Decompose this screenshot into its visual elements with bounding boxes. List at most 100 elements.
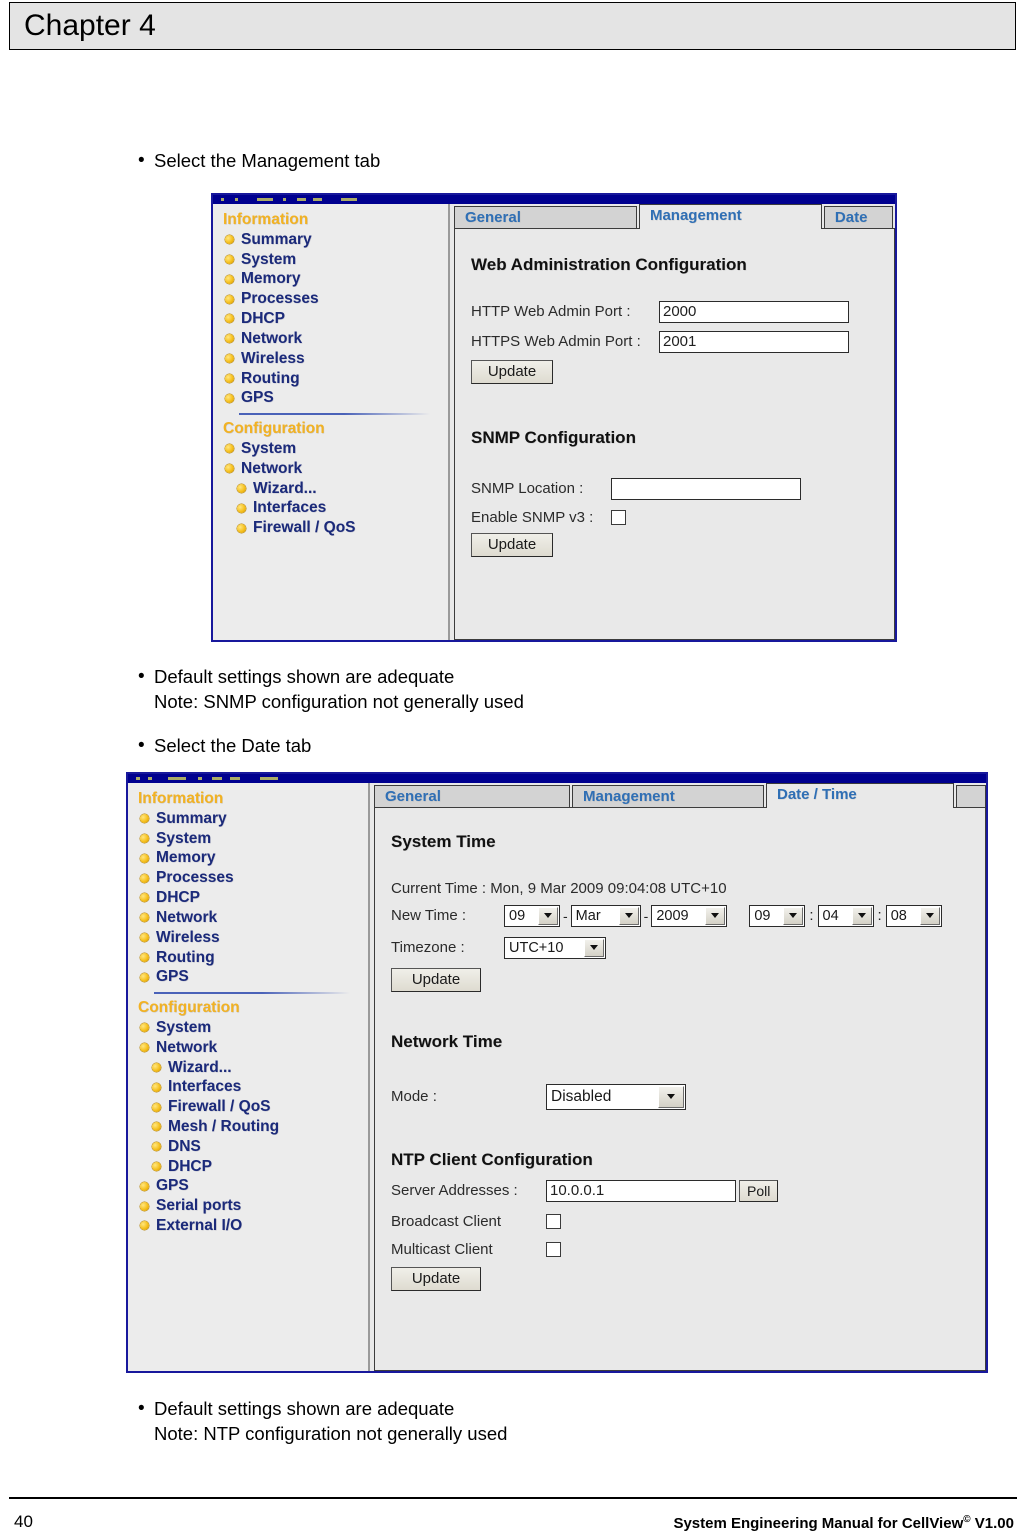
ntp-multicast-checkbox[interactable]	[546, 1241, 561, 1257]
footer-manual-reference: System Engineering Manual for CellView© …	[673, 1514, 1014, 1532]
tab-date[interactable]: Date	[823, 206, 893, 229]
network-time-mode-value: Disabled	[551, 1087, 612, 1105]
sidebar-item-processes[interactable]: Processes	[128, 868, 368, 888]
sidebar-item-firewall-qos[interactable]: Firewall / QoS	[213, 518, 448, 538]
new-time-second-select[interactable]: 08	[885, 904, 942, 927]
sidebar-group-configuration: Configuration	[223, 420, 325, 438]
sidebar-item-config-dhcp[interactable]: DHCP	[128, 1157, 368, 1177]
sidebar-item-routing[interactable]: Routing	[213, 369, 448, 389]
sidebar-item-mesh-routing[interactable]: Mesh / Routing	[128, 1117, 368, 1137]
sidebar-item-dhcp[interactable]: DHCP	[128, 888, 368, 908]
bullet-icon	[140, 913, 149, 923]
http-port-input[interactable]: 2000	[659, 300, 849, 323]
sidebar-item-network[interactable]: Network	[128, 908, 368, 928]
tab-bar: General Management Date	[454, 204, 895, 229]
new-time-day-select[interactable]: 09	[504, 904, 560, 927]
ntp-section-title: NTP Client Configuration	[391, 1149, 593, 1169]
sidebar-item-network[interactable]: Network	[213, 329, 448, 349]
sidebar-item-wizard[interactable]: Wizard...	[213, 479, 448, 499]
snmp-update-button[interactable]: Update	[471, 532, 553, 557]
sidebar-item-summary[interactable]: Summary	[213, 230, 448, 250]
bullet-icon	[237, 523, 246, 533]
copyright-icon: ©	[963, 1514, 971, 1525]
sidebar-item-summary[interactable]: Summary	[128, 809, 368, 829]
ntp-broadcast-checkbox[interactable]	[546, 1213, 561, 1229]
bullet-icon	[140, 952, 149, 962]
sidebar-item-label: Wizard...	[168, 1058, 232, 1076]
sidebar-item-system[interactable]: System	[213, 250, 448, 270]
sidebar-item-config-system[interactable]: System	[213, 439, 448, 459]
timezone-label: Timezone :	[391, 939, 465, 956]
bullet-icon	[140, 972, 149, 982]
bullet-icon	[237, 503, 246, 513]
sidebar-item-wireless[interactable]: Wireless	[213, 349, 448, 369]
system-time-update-button[interactable]: Update	[391, 967, 481, 992]
new-time-year-select[interactable]: 2009	[651, 904, 728, 927]
ntp-server-row: Server Addresses : 10.0.0.1 Poll	[391, 1179, 985, 1202]
web-admin-update-button[interactable]: Update	[471, 359, 553, 384]
bullet-icon	[225, 393, 234, 403]
sidebar-item-system[interactable]: System	[128, 829, 368, 849]
new-time-hour-select[interactable]: 09	[749, 904, 806, 927]
sidebar-item-gps[interactable]: GPS	[128, 967, 368, 987]
sidebar-item-config-system[interactable]: System	[128, 1018, 368, 1038]
bullet-icon	[225, 314, 234, 324]
sidebar-item-wizard[interactable]: Wizard...	[128, 1058, 368, 1078]
sidebar-item-label: Wizard...	[253, 479, 317, 497]
sidebar-item-dhcp[interactable]: DHCP	[213, 309, 448, 329]
sidebar-item-interfaces[interactable]: Interfaces	[128, 1077, 368, 1097]
sidebar-item-firewall-qos[interactable]: Firewall / QoS	[128, 1097, 368, 1117]
bullet-icon	[237, 483, 246, 493]
network-time-mode-select[interactable]: Disabled	[546, 1083, 686, 1110]
sidebar-item-interfaces[interactable]: Interfaces	[213, 498, 448, 518]
sidebar-item-label: Summary	[241, 230, 312, 248]
sidebar-item-config-network[interactable]: Network	[128, 1038, 368, 1058]
ntp-server-input[interactable]: 10.0.0.1	[546, 1179, 736, 1202]
sidebar-item-external-io[interactable]: External I/O	[128, 1216, 368, 1236]
tab-general[interactable]: General	[454, 206, 637, 229]
tab-management[interactable]: Management	[572, 785, 764, 808]
sidebar-item-label: System	[241, 439, 297, 457]
new-time-month-select[interactable]: Mar	[570, 904, 641, 927]
sidebar-item-dns[interactable]: DNS	[128, 1137, 368, 1157]
sidebar-group-information: Information	[223, 211, 309, 228]
sidebar-item-memory[interactable]: Memory	[128, 848, 368, 868]
footer-text-before: System Engineering Manual for CellView	[673, 1515, 964, 1532]
new-time-minute-select[interactable]: 04	[817, 904, 874, 927]
sidebar-item-memory[interactable]: Memory	[213, 269, 448, 289]
sidebar-item-wireless[interactable]: Wireless	[128, 928, 368, 948]
sidebar-item-label: Processes	[156, 869, 234, 887]
sidebar-item-label: Network	[156, 1038, 218, 1056]
sidebar-item-config-network[interactable]: Network	[213, 459, 448, 479]
screenshot-date-time-tab: Information Summary System Memory Proces…	[126, 772, 988, 1373]
bullet-text: Default settings shown are adequate Note…	[154, 1398, 508, 1444]
management-panel: Web Administration Configuration HTTP We…	[454, 227, 895, 640]
tab-date-time[interactable]: Date / Time	[766, 783, 954, 808]
sidebar-item-routing[interactable]: Routing	[128, 948, 368, 968]
sidebar-item-serial-ports[interactable]: Serial ports	[128, 1196, 368, 1216]
new-time-second-value: 08	[890, 907, 907, 924]
bullet-icon	[140, 1023, 149, 1033]
current-time-label: Current Time : Mon, 9 Mar 2009 09:04:08 …	[391, 879, 727, 897]
snmp-location-input[interactable]	[611, 477, 801, 500]
bullet-icon	[140, 893, 149, 903]
sidebar-item-label: Memory	[241, 270, 301, 288]
sidebar-item-processes[interactable]: Processes	[213, 289, 448, 309]
timezone-select[interactable]: UTC+10	[504, 936, 606, 959]
sidebar-item-config-gps[interactable]: GPS	[128, 1176, 368, 1196]
ntp-poll-button[interactable]: Poll	[739, 1179, 779, 1202]
ntp-update-button[interactable]: Update	[391, 1266, 481, 1291]
bullet-icon	[140, 1043, 149, 1053]
web-admin-section-title: Web Administration Configuration	[471, 254, 747, 274]
bullet-icon	[152, 1102, 161, 1112]
snmp-v3-checkbox[interactable]	[611, 509, 626, 525]
https-port-input[interactable]: 2001	[659, 330, 849, 353]
tab-management[interactable]: Management	[638, 204, 822, 229]
new-time-label: New Time :	[391, 907, 467, 924]
sidebar-item-label: System	[156, 829, 212, 847]
ntp-broadcast-row: Broadcast Client	[391, 1213, 985, 1230]
sidebar-item-gps[interactable]: GPS	[213, 388, 448, 408]
sidebar-navigation: Information Summary System Memory Proces…	[128, 783, 370, 1371]
tab-general[interactable]: General	[374, 785, 570, 808]
sidebar-item-label: Summary	[156, 809, 227, 827]
